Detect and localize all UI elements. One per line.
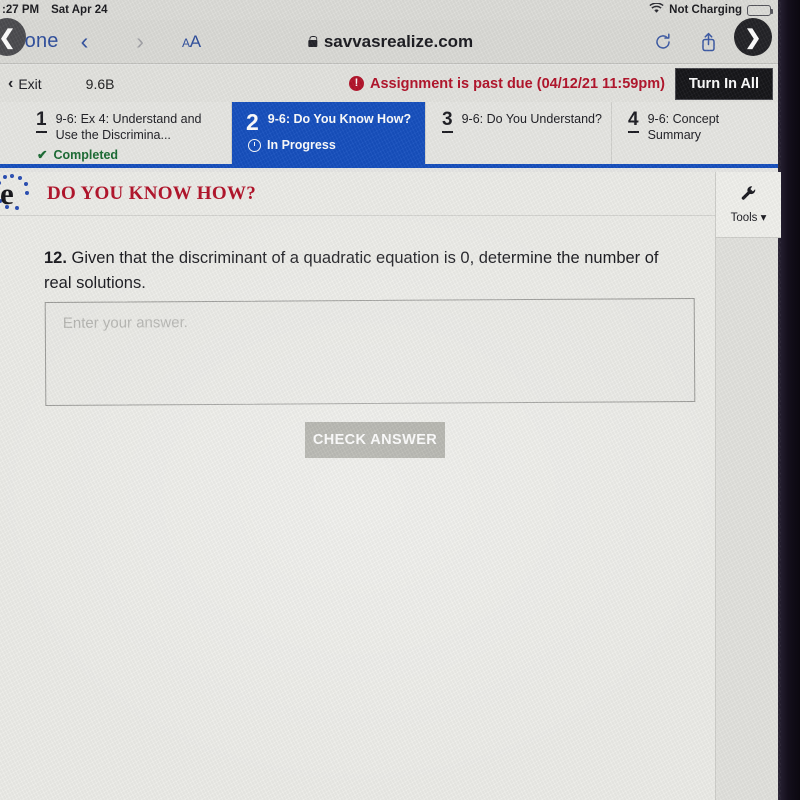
envision-logo-letter: e	[0, 175, 14, 211]
answer-placeholder: Enter your answer.	[62, 314, 188, 332]
text-size-button[interactable]: AA	[182, 32, 201, 52]
reload-icon[interactable]	[654, 32, 672, 51]
past-due-text: Assignment is past due (04/12/21 11:59pm…	[369, 75, 665, 92]
answer-input[interactable]: Enter your answer.	[44, 298, 696, 406]
question-number: 12.	[44, 249, 67, 267]
step-4-header: 4 9-6: Concept Summary	[628, 110, 775, 143]
lock-icon	[307, 35, 318, 47]
share-icon[interactable]	[700, 32, 717, 52]
due-group: ! Assignment is past due (04/12/21 11:59…	[348, 67, 781, 100]
section-header: e DO YOU KNOW HOW? ✓	[0, 171, 781, 216]
step-3-number: 3	[442, 110, 453, 133]
alert-circle-icon: !	[348, 76, 364, 91]
battery-icon	[747, 4, 773, 16]
address-bar-url: savvasrealize.com	[323, 31, 474, 51]
question-body: Given that the discriminant of a quadrat…	[44, 249, 659, 293]
section-title: DO YOU KNOW HOW?	[47, 182, 257, 204]
nav-next-icon[interactable]: ❯	[734, 18, 772, 56]
chevron-left-icon: ‹	[8, 74, 14, 92]
past-due-message: ! Assignment is past due (04/12/21 11:59…	[348, 75, 665, 92]
check-answer-button[interactable]: CHECK ANSWER	[305, 422, 445, 458]
step-1-header: 1 9-6: Ex 4: Understand and Use the Disc…	[36, 110, 225, 143]
ios-status-bar: :27 PM Sat Apr 24 Not Charging	[0, 0, 781, 20]
step-item-2[interactable]: 2 9-6: Do You Know How? In Progress	[232, 102, 426, 164]
status-bar-date: Sat Apr 24	[51, 4, 108, 16]
exit-label: Exit	[18, 75, 42, 92]
status-bar-time: :27 PM	[2, 4, 40, 16]
assignment-steps: 1 9-6: Ex 4: Understand and Use the Disc…	[0, 102, 781, 168]
step-1-title: 9-6: Ex 4: Understand and Use the Discri…	[55, 112, 202, 142]
step-4-number: 4	[628, 110, 639, 133]
step-4-title: 9-6: Concept Summary	[647, 112, 720, 142]
status-bar-left: :27 PM Sat Apr 24	[0, 4, 108, 16]
question-text: 12. Given that the discriminant of a qua…	[44, 246, 669, 296]
turn-in-all-button[interactable]: Turn In All	[674, 67, 773, 100]
step-1-number: 1	[36, 110, 47, 133]
ipad-screen: :27 PM Sat Apr 24 Not Charging Done ‹ › …	[0, 0, 781, 800]
step-2-status: In Progress	[246, 138, 419, 152]
device-bezel	[778, 0, 800, 800]
check-icon: ✔	[37, 148, 48, 163]
clock-icon	[248, 138, 261, 152]
safari-toolbar: Done ‹ › AA savvasrealize.com	[0, 20, 781, 64]
browser-nav-group: ‹ ›	[81, 30, 144, 53]
envision-logo-icon: e	[0, 173, 34, 214]
exit-button[interactable]: ‹ Exit	[8, 75, 42, 93]
step-3-title: 9-6: Do You Understand?	[461, 112, 602, 126]
chevron-right-icon[interactable]: ›	[136, 30, 144, 53]
step-item-4[interactable]: 4 9-6: Concept Summary	[612, 102, 781, 164]
wifi-icon	[649, 2, 664, 17]
step-3-header: 3 9-6: Do You Understand?	[442, 110, 605, 133]
address-bar[interactable]: savvasrealize.com	[307, 31, 474, 52]
step-2-number: 2	[246, 109, 259, 135]
step-2-header: 2 9-6: Do You Know How?	[246, 110, 419, 134]
wrench-icon	[740, 185, 757, 207]
battery-status-text: Not Charging	[669, 4, 742, 16]
tools-button[interactable]: Tools ▾	[715, 172, 781, 238]
step-item-1[interactable]: 1 9-6: Ex 4: Understand and Use the Disc…	[0, 102, 232, 164]
exercise-content: 12. Given that the discriminant of a qua…	[0, 216, 715, 800]
assignment-top-bar: ‹ Exit 9.6B ! Assignment is past due (04…	[0, 65, 781, 102]
status-bar-right: Not Charging	[649, 2, 781, 17]
lesson-code: 9.6B	[85, 75, 115, 92]
step-2-title: 9-6: Do You Know How?	[267, 112, 412, 126]
step-1-status-label: Completed	[53, 147, 119, 162]
step-item-3[interactable]: 3 9-6: Do You Understand?	[426, 102, 612, 164]
tools-label: Tools ▾	[730, 212, 767, 224]
step-1-status: ✔ Completed	[36, 147, 225, 163]
step-2-status-label: In Progress	[267, 138, 336, 153]
right-sidebar	[715, 238, 781, 800]
chevron-left-icon[interactable]: ‹	[81, 30, 89, 53]
